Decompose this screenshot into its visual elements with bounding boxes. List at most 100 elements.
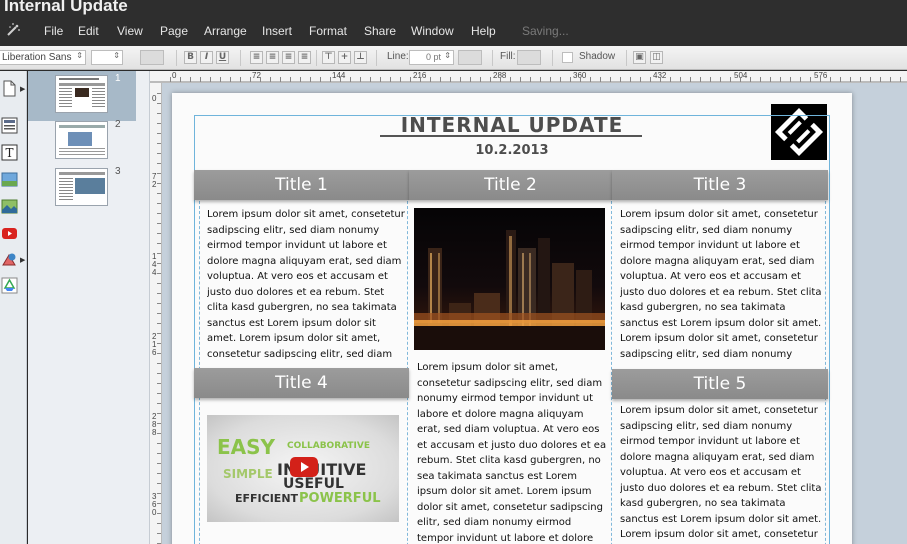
valign-middle-icon[interactable]: + [338,51,351,64]
window-title-bar: Internal Update [0,0,907,16]
font-family-select[interactable]: Liberation Sans ⇕ [0,50,86,65]
select-arrows-icon: ⇕ [76,51,83,60]
menu-help[interactable]: Help [471,24,496,38]
thumbnail-image [55,75,108,113]
font-family-value: Liberation Sans [2,52,72,63]
ruler-label: 3 6 0 [152,492,157,517]
video-embed[interactable]: EASY COLLABORATIVE SIMPLE INTUITIVE USEF… [207,415,399,522]
svg-text:T: T [5,146,13,160]
page-number: 3 [115,166,121,177]
align-left-icon[interactable]: ≡ [250,51,263,64]
video-word: SIMPLE [223,467,273,481]
menu-file[interactable]: File [44,24,63,38]
page-thumbnails-panel: 1 2 3 [28,71,150,544]
page-thumbnail-1[interactable]: 1 [28,71,136,121]
line-width-value: 0 pt [425,52,441,62]
title-bar-3[interactable]: Title 3 [612,170,828,200]
vertical-ruler: 0 7 2 1 4 4 2 1 6 2 8 8 3 6 0 [150,83,162,544]
save-status: Saving... [522,24,569,38]
bold-button[interactable]: B [184,51,197,64]
ruler-ticks [170,77,907,82]
text-layout-icon[interactable] [1,117,18,134]
page-add-icon[interactable] [1,80,18,97]
ruler-label: 0 [152,94,157,103]
window-title: Internal Update [4,0,128,15]
lock-icon[interactable]: ▣ [633,51,646,64]
page-thumbnail-3[interactable]: 3 [28,164,136,214]
horizontal-ruler: 0 72 144 216 288 360 432 504 576 [150,71,907,83]
page-number: 2 [115,119,121,130]
skyline-graphic [414,230,605,350]
shapes-icon[interactable] [1,251,18,268]
shapes-menu-icon[interactable]: ▶ [20,256,25,264]
menu-edit[interactable]: Edit [78,24,99,38]
column-2-text[interactable]: Lorem ipsum dolor sit amet, consetetur s… [417,360,609,544]
column-1-text[interactable]: Lorem ipsum dolor sit amet, consetetur s… [207,207,405,362]
menu-window[interactable]: Window [411,24,454,38]
font-size-input[interactable]: ⇕ [91,50,123,65]
group-icon[interactable]: ◫ [650,51,663,64]
city-skyline-photo[interactable] [414,208,605,350]
menu-share[interactable]: Share [364,24,396,38]
title-2-text: Title 2 [484,175,537,195]
line-stepper-icon: ⇕ [444,51,451,60]
menu-insert[interactable]: Insert [262,24,292,38]
format-toolbar: Liberation Sans ⇕ ⇕ B I U ≡ ≡ ≡ ≡ ⊤ + ⊥ … [0,46,907,70]
ruler-label: 7 2 [152,172,157,189]
thumbnail-image [55,121,108,159]
title-bar-5[interactable]: Title 5 [612,369,828,399]
menu-page[interactable]: Page [160,24,188,38]
fill-color-picker[interactable] [517,50,541,65]
video-word: EASY [217,435,276,459]
line-color-picker[interactable] [458,50,482,65]
ruler-label: 2 8 8 [152,412,157,437]
shadow-label: Shadow [579,51,616,62]
text-box-icon[interactable]: T [1,144,18,161]
valign-bottom-icon[interactable]: ⊥ [354,51,367,64]
title-bar-4[interactable]: Title 4 [194,368,409,398]
valign-top-icon[interactable]: ⊤ [322,51,335,64]
youtube-icon[interactable] [1,225,18,242]
image-icon[interactable] [1,171,18,188]
title-3-text: Title 3 [693,175,747,195]
video-word: COLLABORATIVE [287,441,370,451]
page-thumbnail-2[interactable]: 2 [28,117,136,167]
title-1-text: Title 1 [275,175,328,195]
align-right-icon[interactable]: ≡ [282,51,295,64]
video-word: POWERFUL [299,491,381,506]
align-center-icon[interactable]: ≡ [266,51,279,64]
image-alt-icon[interactable] [1,198,18,215]
stepper-icon: ⇕ [113,51,120,60]
column-5-text[interactable]: Lorem ipsum dolor sit amet, consetetur s… [620,403,822,544]
text-color-picker[interactable] [140,50,164,65]
menu-bar: File Edit View Page Arrange Insert Forma… [0,16,907,46]
page-add-menu-icon[interactable]: ▶ [20,85,25,93]
page-number: 1 [115,73,121,84]
document-page[interactable]: INTERNAL UPDATE 10.2.2013 Title 1 Title … [172,93,852,544]
title-bar-2[interactable]: Title 2 [409,170,612,200]
google-drive-icon[interactable] [1,277,18,294]
play-button-icon[interactable] [290,457,318,477]
video-word: USEFUL [283,476,344,492]
underline-button[interactable]: U [216,51,229,64]
title-bar-1[interactable]: Title 1 [194,170,409,200]
canvas-workspace: INTERNAL UPDATE 10.2.2013 Title 1 Title … [162,83,907,544]
align-justify-icon[interactable]: ≡ [298,51,311,64]
title-4-text: Title 4 [275,373,328,393]
thumbnail-image [55,168,108,206]
title-5-text: Title 5 [693,374,747,394]
ruler-ticks [157,93,161,544]
line-width-input[interactable]: 0 pt ⇕ [409,50,454,65]
menu-view[interactable]: View [117,24,143,38]
shadow-checkbox[interactable] [562,52,573,63]
line-label: Line: [387,51,409,62]
app-logo-icon[interactable] [5,22,21,38]
fill-label: Fill: [500,51,516,62]
video-word: EFFICIENT [235,492,299,505]
menu-format[interactable]: Format [309,24,347,38]
insert-tool-strip: ▶ T ▶ [0,71,27,544]
menu-arrange[interactable]: Arrange [204,24,247,38]
ruler-label: 1 4 4 [152,252,157,277]
column-3-text[interactable]: Lorem ipsum dolor sit amet, consetetur s… [620,207,822,362]
italic-button[interactable]: I [200,51,213,64]
